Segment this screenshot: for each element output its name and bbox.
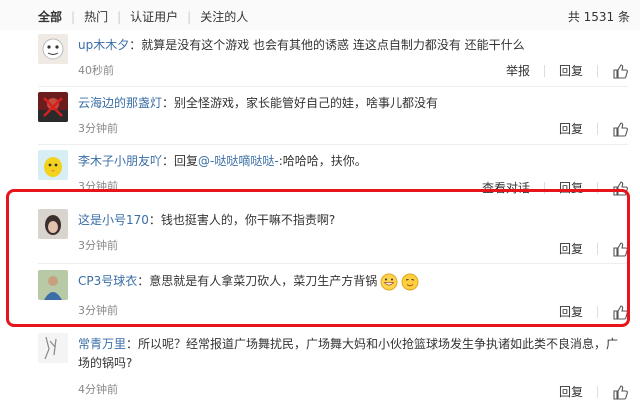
comment-time: 4分钟前: [78, 383, 118, 396]
tab-separator: |: [117, 9, 122, 24]
action-divider: [597, 64, 598, 77]
comment-divider: [38, 86, 628, 87]
comment-text-line: up木木夕：就算是没有这个游戏 也会有其他的诱惑 连这点自制力都没有 还能干什么: [78, 36, 620, 55]
report-button[interactable]: 举报: [506, 62, 530, 79]
comment-time: 40秒前: [78, 64, 114, 77]
avatar[interactable]: [38, 333, 68, 363]
reply-button[interactable]: 回复: [559, 120, 583, 137]
comment-item: up木木夕：就算是没有这个游戏 也会有其他的诱惑 连这点自制力都没有 还能干什么…: [0, 34, 640, 86]
reply-prefix: ：回复: [162, 154, 199, 168]
tab-verified-users[interactable]: 认证用户: [130, 8, 178, 25]
tab-followed[interactable]: 关注的人: [200, 8, 248, 25]
comment-username[interactable]: 常青万里: [78, 337, 126, 351]
thumbs-up-icon[interactable]: [612, 121, 628, 137]
comment-username[interactable]: up木木夕: [78, 38, 129, 52]
comment-text: :哈哈哈，扶你。: [278, 154, 367, 168]
comment-time: 3分钟前: [78, 122, 118, 135]
comment-text-line: 云海边的那盏灯：别全怪游戏，家长能管好自己的娃，啥事儿都没有: [78, 94, 620, 113]
comment-username[interactable]: 李木子小朋友吖: [78, 154, 162, 168]
tab-separator: |: [187, 9, 192, 24]
comment-text: ：所以呢？经常报道广场舞扰民，广场舞大妈和小伙抢篮球场发生争执诸如此类不良消息，…: [78, 337, 619, 370]
tab-all[interactable]: 全部: [38, 8, 62, 25]
thumbs-up-icon[interactable]: [612, 384, 628, 400]
comment-item: 常青万里：所以呢？经常报道广场舞扰民，广场舞大妈和小伙抢篮球场发生争执诸如此类不…: [0, 333, 640, 407]
reply-button[interactable]: 回复: [559, 62, 583, 79]
highlight-frame: [6, 189, 630, 327]
comment-actions: 回复: [559, 383, 628, 400]
comment-divider: [38, 144, 628, 145]
comment-username[interactable]: 云海边的那盏灯: [78, 96, 162, 110]
reply-button[interactable]: 回复: [559, 383, 583, 400]
comment-item: 李木子小朋友吖：回复@-哒哒嘀哒哒-:哈哈哈，扶你。 3分钟前 查看对话 回复: [0, 150, 640, 196]
comment-text-line: 常青万里：所以呢？经常报道广场舞扰民，广场舞大妈和小伙抢篮球场发生争执诸如此类不…: [78, 335, 626, 373]
reply-mention-link[interactable]: @-哒哒嘀哒哒-: [198, 154, 279, 168]
comment-text-line: 李木子小朋友吖：回复@-哒哒嘀哒哒-:哈哈哈，扶你。: [78, 152, 620, 171]
comment-item: 云海边的那盏灯：别全怪游戏，家长能管好自己的娃，啥事儿都没有 3分钟前 回复: [0, 92, 640, 144]
tab-separator: |: [71, 9, 76, 24]
comment-total-count: 共 1531 条: [567, 10, 630, 24]
comment-text: ：别全怪游戏，家长能管好自己的娃，啥事儿都没有: [162, 96, 439, 110]
comment-text: ：就算是没有这个游戏 也会有其他的诱惑 连这点自制力都没有 还能干什么: [129, 38, 525, 52]
comment-filter-bar: 全部 | 热门 | 认证用户 | 关注的人 共 1531 条: [0, 0, 640, 30]
avatar[interactable]: [38, 34, 68, 64]
comment-actions: 回复: [559, 120, 628, 137]
action-divider: [543, 64, 545, 77]
filter-tabs: 全部 | 热门 | 认证用户 | 关注的人: [38, 8, 248, 25]
action-divider: [597, 385, 598, 398]
comment-actions: 举报 回复: [506, 62, 628, 79]
tab-hot[interactable]: 热门: [84, 8, 108, 25]
avatar[interactable]: [38, 150, 68, 180]
action-divider: [597, 122, 598, 135]
thumbs-up-icon[interactable]: [612, 63, 628, 79]
avatar[interactable]: [38, 92, 68, 122]
